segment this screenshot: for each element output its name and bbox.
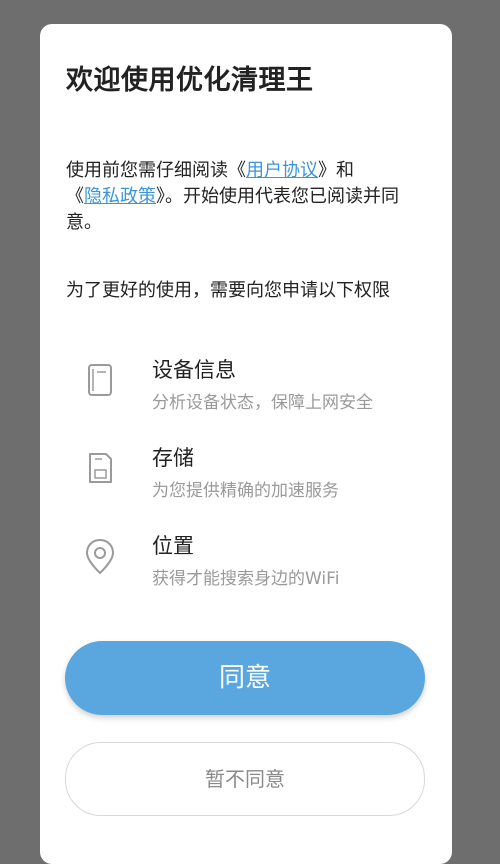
permission-description: 获得才能搜索身边的WiFi [152,569,340,589]
intro-text-and: 》和 [318,160,354,181]
intro-text-prefix: 使用前您需仔细阅读《 [66,160,246,181]
dialog-title: 欢迎使用优化清理王 [66,65,314,96]
permission-name: 位置 [152,534,194,558]
permissions-header: 为了更好的使用，需要向您申请以下权限 [66,280,390,301]
permission-name: 设备信息 [152,358,236,382]
permission-name: 存储 [152,446,194,470]
location-pin-icon [80,536,120,576]
permission-description: 为您提供精确的加速服务 [152,481,339,501]
permission-dialog: 欢迎使用优化清理王 使用前您需仔细阅读《用户协议》和 《隐私政策》。开始使用代表您… [40,24,452,864]
storage-icon [80,448,120,488]
device-info-icon [80,360,120,400]
agree-button[interactable]: 同意 [65,641,425,715]
intro-text-bracket: 《 [66,186,84,207]
permission-item-storage: 存储 为您提供精确的加速服务 [80,442,420,506]
privacy-policy-link[interactable]: 隐私政策 [84,186,156,207]
user-agreement-link[interactable]: 用户协议 [246,160,318,181]
disagree-button[interactable]: 暂不同意 [65,742,425,816]
intro-text: 使用前您需仔细阅读《用户协议》和 《隐私政策》。开始使用代表您已阅读并同意。 [66,158,426,236]
permission-description: 分析设备状态，保障上网安全 [152,393,373,413]
permission-item-location: 位置 获得才能搜索身边的WiFi [80,530,420,594]
permission-item-device-info: 设备信息 分析设备状态，保障上网安全 [80,354,420,418]
